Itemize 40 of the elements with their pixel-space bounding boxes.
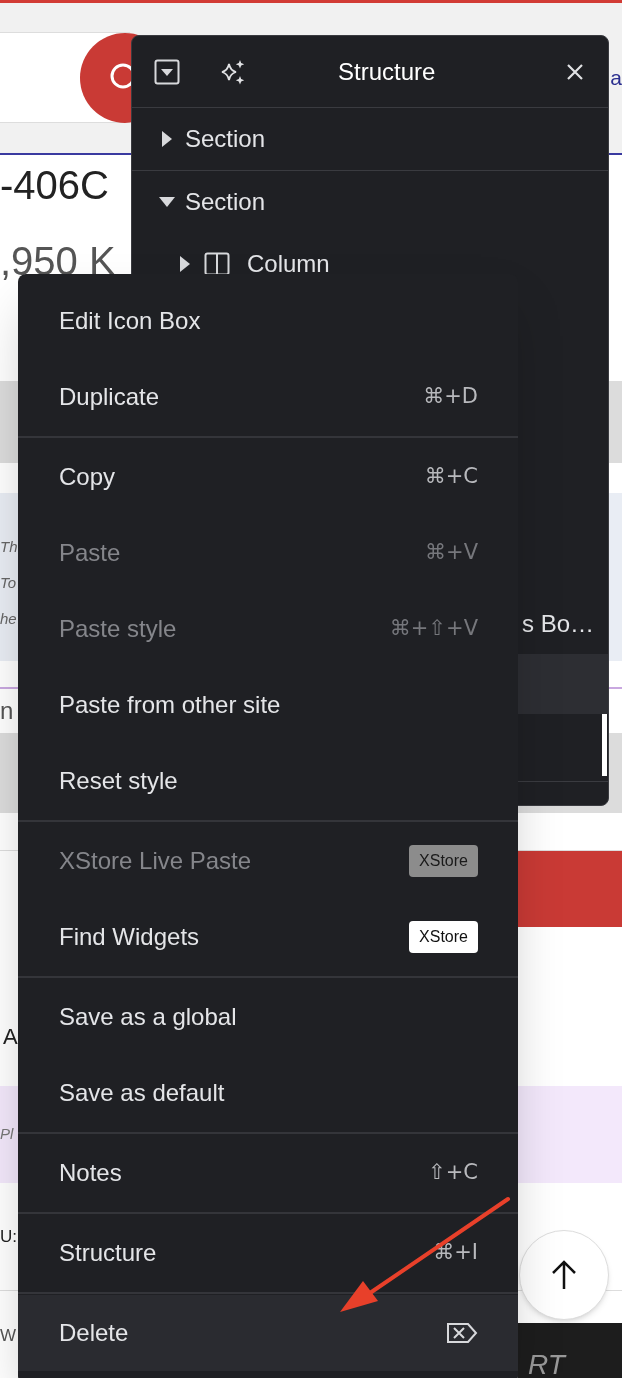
menu-item[interactable]: Duplicate ⌘+D [18,359,518,435]
menu-item[interactable]: Save as default [18,1055,518,1131]
field-label: U: [0,1225,17,1248]
cart-button[interactable]: RT [518,1323,622,1378]
arrow-up-icon [551,1260,577,1290]
menu-item[interactable]: Reset style [18,743,518,819]
menu-item[interactable]: Save as a global [18,979,518,1055]
collapse-button[interactable] [154,58,180,85]
tree-item[interactable]: s Bo… [521,606,594,642]
sparkle-button[interactable] [220,58,246,85]
notice-text: he [0,609,17,629]
column-icon [204,251,230,277]
tab-label[interactable]: n [0,693,14,729]
shortcut-text: ⌘+D [423,383,478,411]
menu-item[interactable]: Copy ⌘+C [18,439,518,515]
header-link[interactable]: a [610,61,622,94]
tree-item[interactable]: Section [132,171,608,233]
xstore-badge: XStore [409,921,478,953]
total-text: W [0,1325,17,1347]
shortcut-text: ⌘+C [424,463,478,491]
delete-key-icon [446,1322,478,1344]
notice-text: To [0,573,17,593]
menu-item[interactable]: Structure ⌘+I [18,1215,518,1291]
tree-item[interactable]: Section [132,108,608,170]
shortcut-text: ⇧+C [428,1159,478,1187]
shortcut-text: ⌘+I [433,1239,478,1267]
menu-item[interactable]: Notes ⇧+C [18,1135,518,1211]
panel-title: Structure [338,56,436,87]
menu-item[interactable]: Paste from other site [18,667,518,743]
shortcut-text: ⌘+⇧+V [389,615,478,643]
label-text: A [3,1023,18,1051]
notice-text: Th [0,537,18,557]
xstore-badge: XStore [409,845,478,877]
product-title: -406C [0,165,109,205]
menu-item[interactable]: Find Widgets XStore [18,899,518,975]
menu-item[interactable]: Delete [18,1295,518,1371]
note-text: Pl [0,1124,14,1145]
shortcut-text: ⌘+V [425,539,478,567]
price-text: ,950 K [0,241,116,281]
scrollbar-thumb[interactable] [602,714,607,776]
